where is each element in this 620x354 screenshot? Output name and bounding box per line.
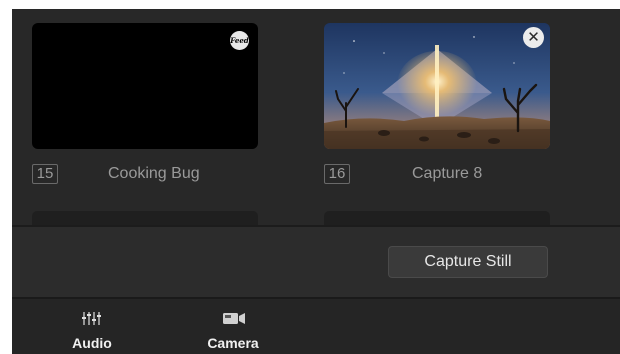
media-thumbnail-capture-8[interactable]: ✕ xyxy=(324,23,550,149)
slot-number: 16 xyxy=(324,164,350,184)
tab-audio[interactable]: Audio xyxy=(47,299,137,354)
slot-name: Cooking Bug xyxy=(108,165,200,182)
slot-number: 15 xyxy=(32,164,58,184)
slot-name: Capture 8 xyxy=(412,165,483,182)
media-thumbnail-next-row[interactable] xyxy=(32,211,258,225)
audio-mixer-icon xyxy=(82,312,101,325)
camera-icon xyxy=(223,313,245,324)
tab-camera[interactable]: Camera xyxy=(188,299,278,354)
controls-row: Capture Still xyxy=(12,227,620,297)
capture-still-button[interactable]: Capture Still xyxy=(388,246,548,278)
tab-label: Camera xyxy=(207,335,259,351)
media-pool-panel: Feed 15 Cooking Bug ✕ 16 Capture 8 Captu… xyxy=(12,9,620,354)
media-thumbnail-cooking-bug[interactable]: Feed xyxy=(32,23,258,149)
media-grid: Feed 15 Cooking Bug ✕ 16 Capture 8 xyxy=(12,9,620,225)
tab-label: Audio xyxy=(72,335,112,351)
desert-night-sky-photo xyxy=(324,23,550,149)
close-icon[interactable]: ✕ xyxy=(523,27,544,48)
logo-badge-icon: Feed xyxy=(230,31,249,50)
tab-bar: Audio Camera xyxy=(12,299,620,354)
media-thumbnail-next-row[interactable] xyxy=(324,211,550,225)
